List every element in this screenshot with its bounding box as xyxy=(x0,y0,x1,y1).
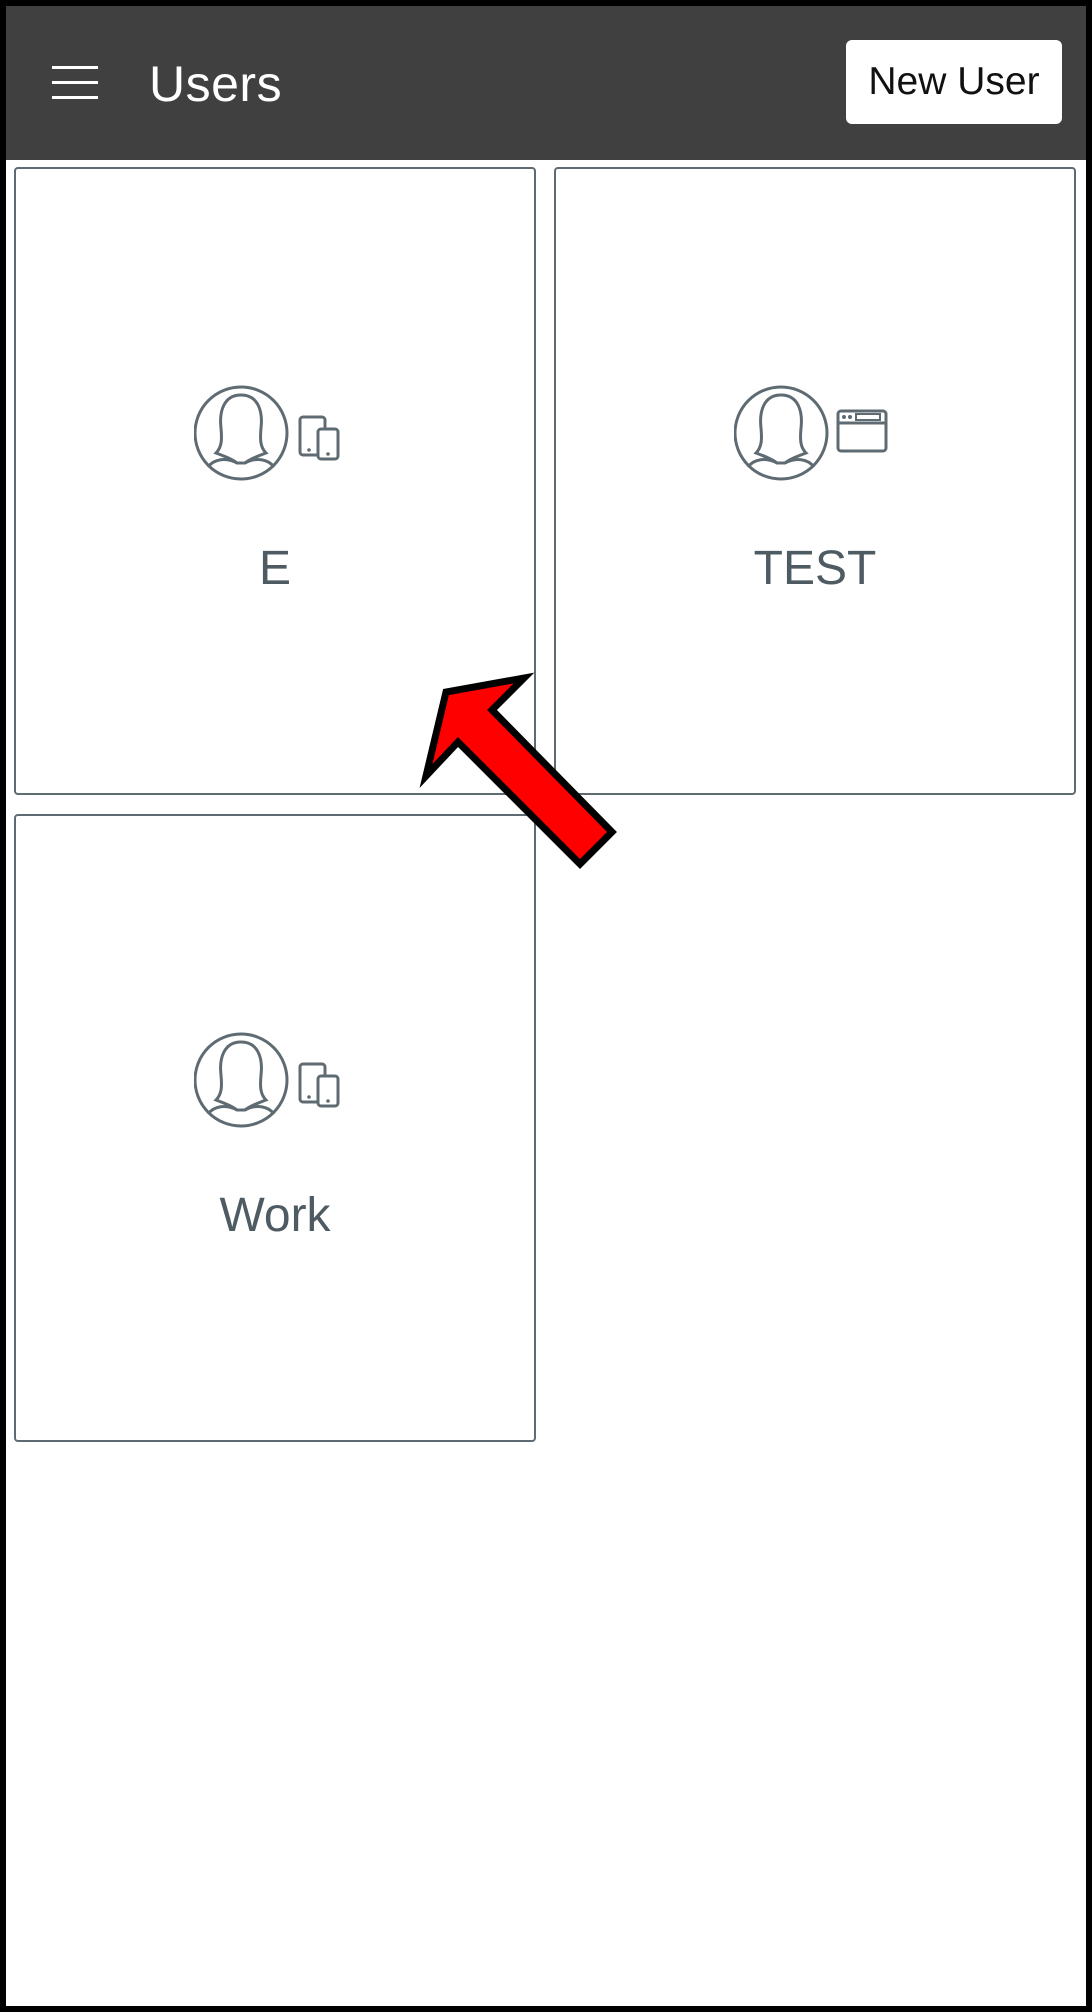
user-avatar-icon xyxy=(193,385,340,481)
user-avatar-icon xyxy=(193,1032,340,1128)
hamburger-menu-icon[interactable] xyxy=(46,56,104,110)
user-name-label: TEST xyxy=(753,542,877,595)
user-tile-work[interactable]: Work xyxy=(14,814,536,1442)
devices-icon xyxy=(298,415,340,461)
user-icons xyxy=(193,383,354,483)
user-name-label: E xyxy=(258,542,291,595)
user-icons xyxy=(193,1030,354,1130)
page-title: Users xyxy=(149,56,283,112)
new-user-button[interactable]: New User xyxy=(846,40,1062,124)
user-avatar-icon xyxy=(733,385,888,481)
browser-window-icon xyxy=(836,409,888,453)
user-name-label: Work xyxy=(219,1189,331,1242)
app-bar: Users New User xyxy=(6,6,1086,160)
red-arrow-icon xyxy=(419,672,617,869)
app-screen: Users New User E TEST Work xyxy=(6,6,1086,2006)
user-icons xyxy=(733,383,894,483)
devices-icon xyxy=(298,1062,340,1108)
